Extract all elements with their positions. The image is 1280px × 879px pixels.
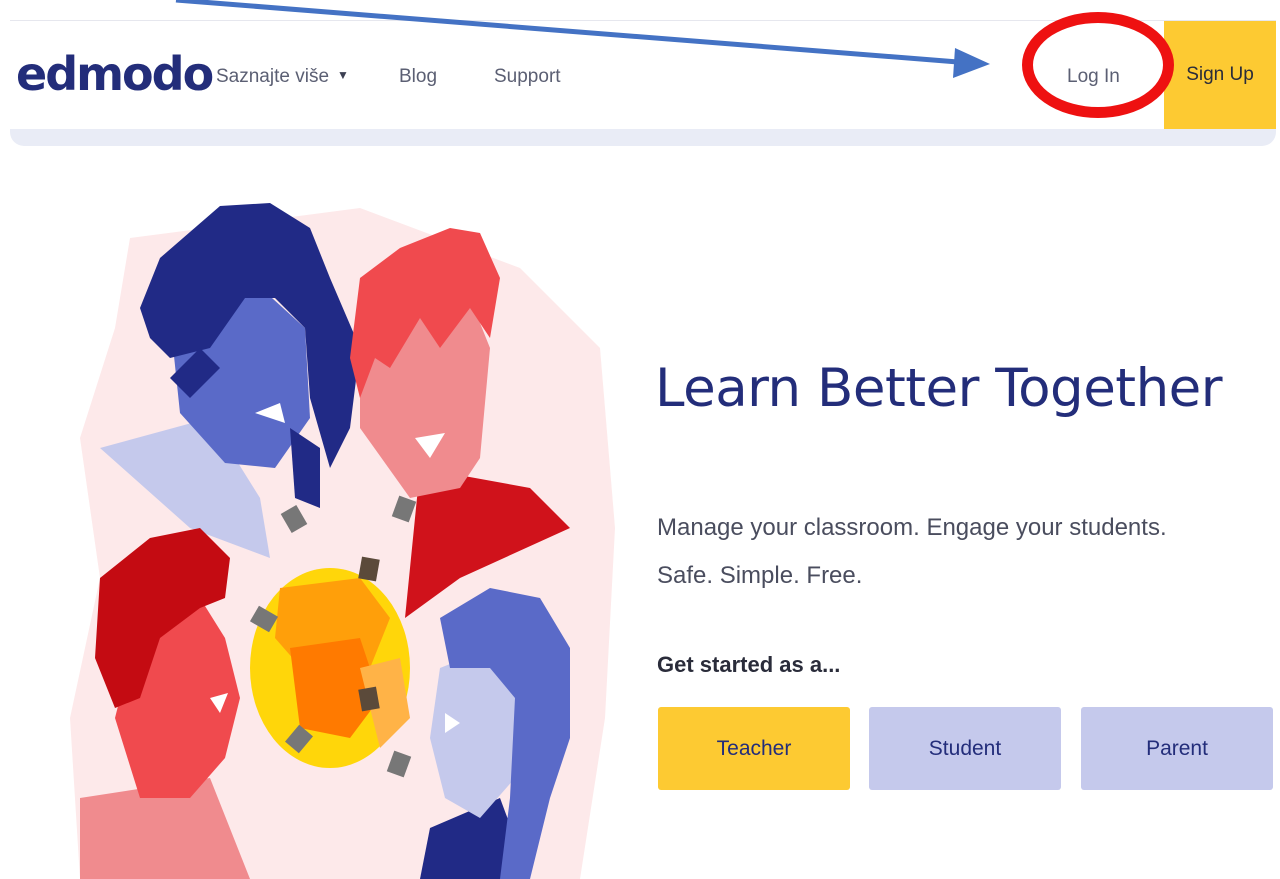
get-started-heading: Get started as a... <box>657 652 841 677</box>
signup-button[interactable]: Sign Up <box>1164 21 1276 129</box>
login-link[interactable]: Log In <box>1067 67 1120 86</box>
lightbulb-base-6 <box>358 556 380 582</box>
parent-button[interactable]: Parent <box>1081 707 1273 790</box>
caret-down-icon: ▼ <box>337 68 349 82</box>
learn-more-label: Saznajte više <box>216 66 330 87</box>
learn-more-menu[interactable]: Saznajte više ▼ <box>216 67 349 86</box>
hero-title: Learn Better Together <box>655 358 1223 419</box>
lightbulb-base-7 <box>358 686 380 712</box>
edmodo-logo[interactable]: edmodo <box>16 51 214 97</box>
signup-label: Sign Up <box>1186 64 1254 85</box>
page: edmodo Saznajte više ▼ Blog Support Log I… <box>0 0 1280 879</box>
teacher-button[interactable]: Teacher <box>658 707 850 790</box>
blog-link[interactable]: Blog <box>399 67 437 86</box>
hero-subtitle-line-2: Safe. Simple. Free. <box>657 562 863 589</box>
top-nav: edmodo Saznajte više ▼ Blog Support Log I… <box>10 20 1276 129</box>
student-label: Student <box>928 736 1002 760</box>
hero-subtitle: Manage your classroom. Engage your stude… <box>657 504 1167 600</box>
student-button[interactable]: Student <box>869 707 1061 790</box>
teacher-label: Teacher <box>716 736 792 760</box>
support-link[interactable]: Support <box>494 67 561 86</box>
parent-label: Parent <box>1146 736 1208 760</box>
hero-subtitle-line-1: Manage your classroom. Engage your stude… <box>657 514 1167 541</box>
hero-illustration <box>70 203 615 879</box>
